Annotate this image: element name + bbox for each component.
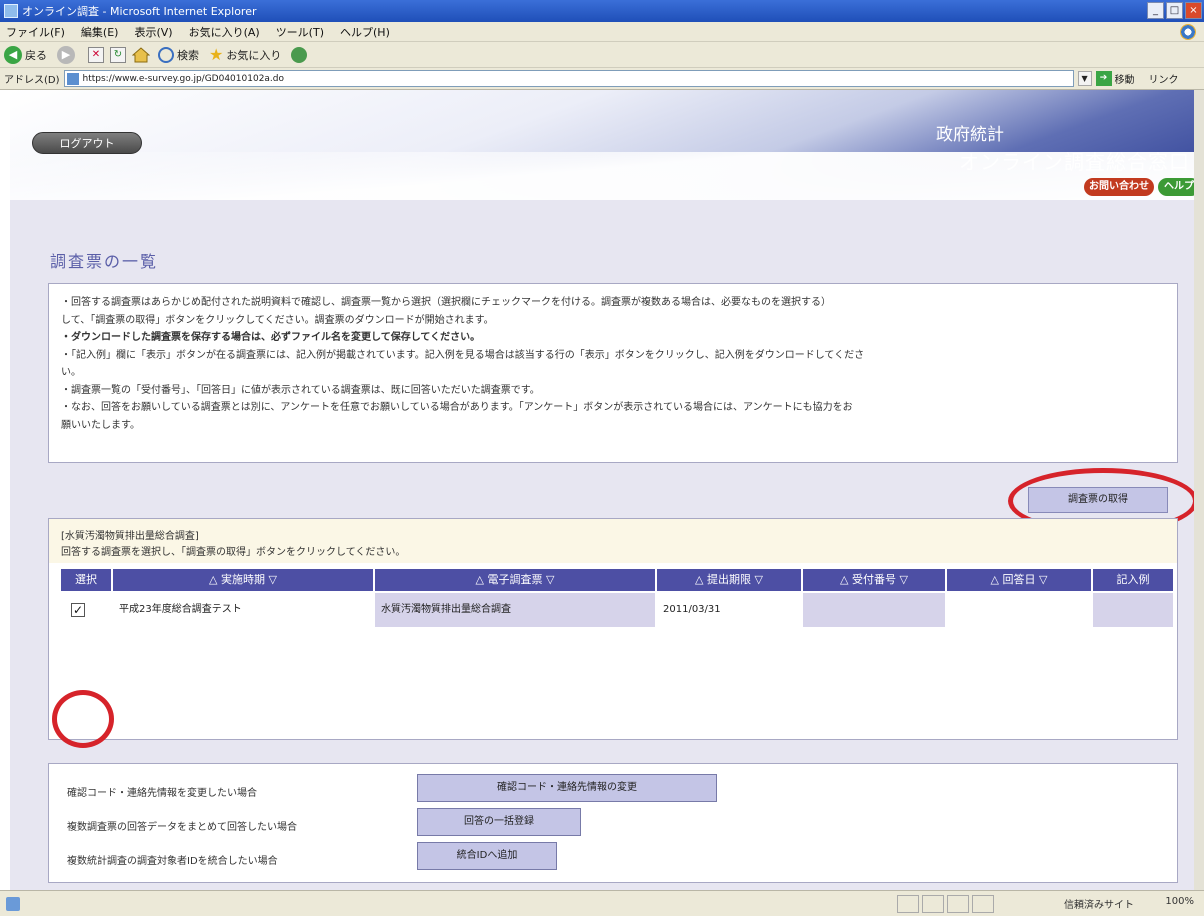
- page-title: 調査票の一覧: [50, 252, 159, 271]
- page-status-icon: [6, 896, 20, 911]
- instruction-line: ・調査票一覧の「受付番号」、「回答日」に値が表示されている調査票は、既に回答いた…: [61, 384, 540, 396]
- minimize-button[interactable]: _: [1147, 2, 1164, 19]
- zoom-level[interactable]: 100%: [1165, 896, 1194, 907]
- address-bar: アドレス(D) https://www.e-survey.go.jp/GD040…: [0, 68, 1204, 90]
- column-answer-date[interactable]: △ 回答日 ▽: [947, 569, 1093, 591]
- instructions-box: ・回答する調査票はあらかじめ配付された説明資料で確認し、調査票一覧から選択（選択…: [48, 283, 1178, 463]
- status-bar: 信頼済みサイト 100%: [0, 890, 1204, 916]
- action-label-change-code: 確認コード・連絡先情報を変更したい場合: [67, 788, 257, 799]
- merge-id-button[interactable]: 統合IDへ追加: [417, 842, 557, 870]
- instruction-line: ・回答する調査票はあらかじめ配付された説明資料で確認し、調査票一覧から選択（選択…: [61, 297, 831, 308]
- action-label-merge-id: 複数統計調査の調査対象者IDを統合したい場合: [67, 856, 278, 867]
- status-section: [947, 895, 969, 913]
- site-title-line1: 政府統計: [936, 125, 1004, 145]
- column-example: 記入例: [1093, 569, 1173, 591]
- address-dropdown-icon[interactable]: ▼: [1077, 71, 1092, 86]
- table-header: 選択 △ 実施時期 ▽ △ 電子調査票 ▽ △ 提出期限 ▽ △ 受付番号 ▽ …: [61, 569, 1173, 591]
- highlight-circle-checkbox: [52, 690, 114, 748]
- survey-panel: [水質汚濁物質排出量総合調査] 回答する調査票を選択し、「調査票の取得」ボタンを…: [48, 518, 1178, 740]
- survey-name: [水質汚濁物質排出量総合調査]: [61, 531, 199, 542]
- site-title-line2: オンライン調査総合窓口: [959, 150, 1190, 174]
- select-cell: ✓: [61, 593, 113, 627]
- window-titlebar: オンライン調査 - Microsoft Internet Explorer _ …: [0, 0, 1204, 22]
- logout-button[interactable]: ログアウト: [32, 132, 142, 154]
- ie-app-icon: [4, 4, 18, 18]
- menu-help[interactable]: ヘルプ(H): [340, 24, 390, 40]
- instruction-line: ・「記入例」欄に「表示」ボタンが在る調査票には、記入例が掲載されています。記入例…: [61, 349, 865, 361]
- bulk-register-button[interactable]: 回答の一括登録: [417, 808, 581, 836]
- security-zone: 信頼済みサイト: [1064, 900, 1134, 911]
- site-banner: ログアウト 政府統計 オンライン調査総合窓口 お問い合わせ ヘルプ: [10, 90, 1204, 200]
- search-button[interactable]: 検索: [158, 46, 199, 63]
- instruction-line: ・ダウンロードした調査票を保存する場合は、必ずファイル名を変更して保存してくださ…: [61, 332, 481, 343]
- forward-button[interactable]: ▶: [57, 45, 78, 64]
- favorites-button[interactable]: ★ お気に入り: [209, 45, 281, 64]
- web-page: ログアウト 政府統計 オンライン調査総合窓口 お問い合わせ ヘルプ 調査票の一覧…: [10, 90, 1204, 890]
- instruction-line: 願いいたします。: [61, 419, 140, 431]
- menu-bar: ファイル(F) 編集(E) 表示(V) お気に入り(A) ツール(T) ヘルプ(…: [0, 22, 1204, 42]
- status-section: [897, 895, 919, 913]
- action-label-bulk-register: 複数調査票の回答データをまとめて回答したい場合: [67, 822, 297, 833]
- survey-instruction: 回答する調査票を選択し、「調査票の取得」ボタンをクリックしてください。: [61, 547, 406, 558]
- go-arrow-icon[interactable]: ➔: [1095, 71, 1112, 86]
- example-cell: [1093, 593, 1173, 627]
- menu-view[interactable]: 表示(V): [134, 24, 172, 40]
- browser-toolbar: ◀ 戻る ▶ ✕ ↻ 検索 ★ お気に入り: [0, 42, 1204, 68]
- links-button[interactable]: リンク: [1149, 71, 1179, 86]
- forward-arrow-icon: ▶: [57, 45, 75, 64]
- back-label: 戻る: [25, 48, 47, 62]
- maximize-button[interactable]: □: [1166, 2, 1183, 19]
- windows-logo-icon: [1180, 24, 1196, 40]
- column-deadline[interactable]: △ 提出期限 ▽: [657, 569, 803, 591]
- select-checkbox[interactable]: ✓: [71, 603, 85, 617]
- page-scrollbar[interactable]: [1194, 90, 1204, 890]
- answer-date-cell: [947, 593, 1093, 627]
- menu-tools[interactable]: ツール(T): [276, 24, 324, 40]
- form-cell: 水質汚濁物質排出量総合調査: [375, 593, 657, 627]
- back-arrow-icon: ◀: [4, 45, 22, 64]
- status-section: [972, 895, 994, 913]
- instruction-line: して、「調査票の取得」ボタンをクリックしてください。調査票のダウンロードが開始さ…: [61, 314, 494, 326]
- column-select: 選択: [61, 569, 113, 591]
- instruction-line: い。: [61, 367, 81, 378]
- table-row: ✓ 平成23年度総合調査テスト 水質汚濁物質排出量総合調査 2011/03/31: [61, 593, 1173, 627]
- search-label: 検索: [177, 48, 199, 62]
- column-form[interactable]: △ 電子調査票 ▽: [375, 569, 657, 591]
- receipt-no-cell: [803, 593, 947, 627]
- page-icon: [66, 72, 79, 85]
- deadline-cell: 2011/03/31: [657, 593, 803, 627]
- actions-panel: 確認コード・連絡先情報を変更したい場合 確認コード・連絡先情報の変更 複数調査票…: [48, 763, 1178, 883]
- menu-file[interactable]: ファイル(F): [6, 24, 65, 40]
- search-icon: [158, 46, 174, 63]
- status-section: [922, 895, 944, 913]
- back-button[interactable]: ◀ 戻る: [4, 45, 47, 64]
- change-code-button[interactable]: 確認コード・連絡先情報の変更: [417, 774, 717, 802]
- menu-favorites[interactable]: お気に入り(A): [189, 24, 260, 40]
- stop-icon[interactable]: ✕: [88, 46, 104, 63]
- history-icon[interactable]: [291, 46, 308, 63]
- column-receipt-no[interactable]: △ 受付番号 ▽: [803, 569, 947, 591]
- menu-edit[interactable]: 編集(E): [81, 24, 119, 40]
- favorites-label: お気に入り: [226, 48, 282, 62]
- instruction-line: ・なお、回答をお願いしている調査票とは別に、アンケートを任意でお願いしている場合…: [61, 402, 853, 413]
- home-icon[interactable]: [132, 46, 150, 63]
- url-input[interactable]: https://www.e-survey.go.jp/GD04010102a.d…: [63, 70, 1074, 87]
- address-label: アドレス(D): [4, 75, 60, 86]
- star-icon: ★: [209, 45, 224, 64]
- contact-button[interactable]: お問い合わせ: [1084, 178, 1154, 196]
- go-button[interactable]: 移動: [1115, 71, 1135, 86]
- close-button[interactable]: ×: [1185, 2, 1202, 19]
- status-sections: [897, 895, 994, 913]
- url-text: https://www.e-survey.go.jp/GD04010102a.d…: [82, 73, 285, 84]
- refresh-icon[interactable]: ↻: [110, 46, 126, 63]
- window-title: オンライン調査 - Microsoft Internet Explorer: [22, 5, 257, 18]
- column-period[interactable]: △ 実施時期 ▽: [113, 569, 375, 591]
- period-cell: 平成23年度総合調査テスト: [113, 593, 375, 627]
